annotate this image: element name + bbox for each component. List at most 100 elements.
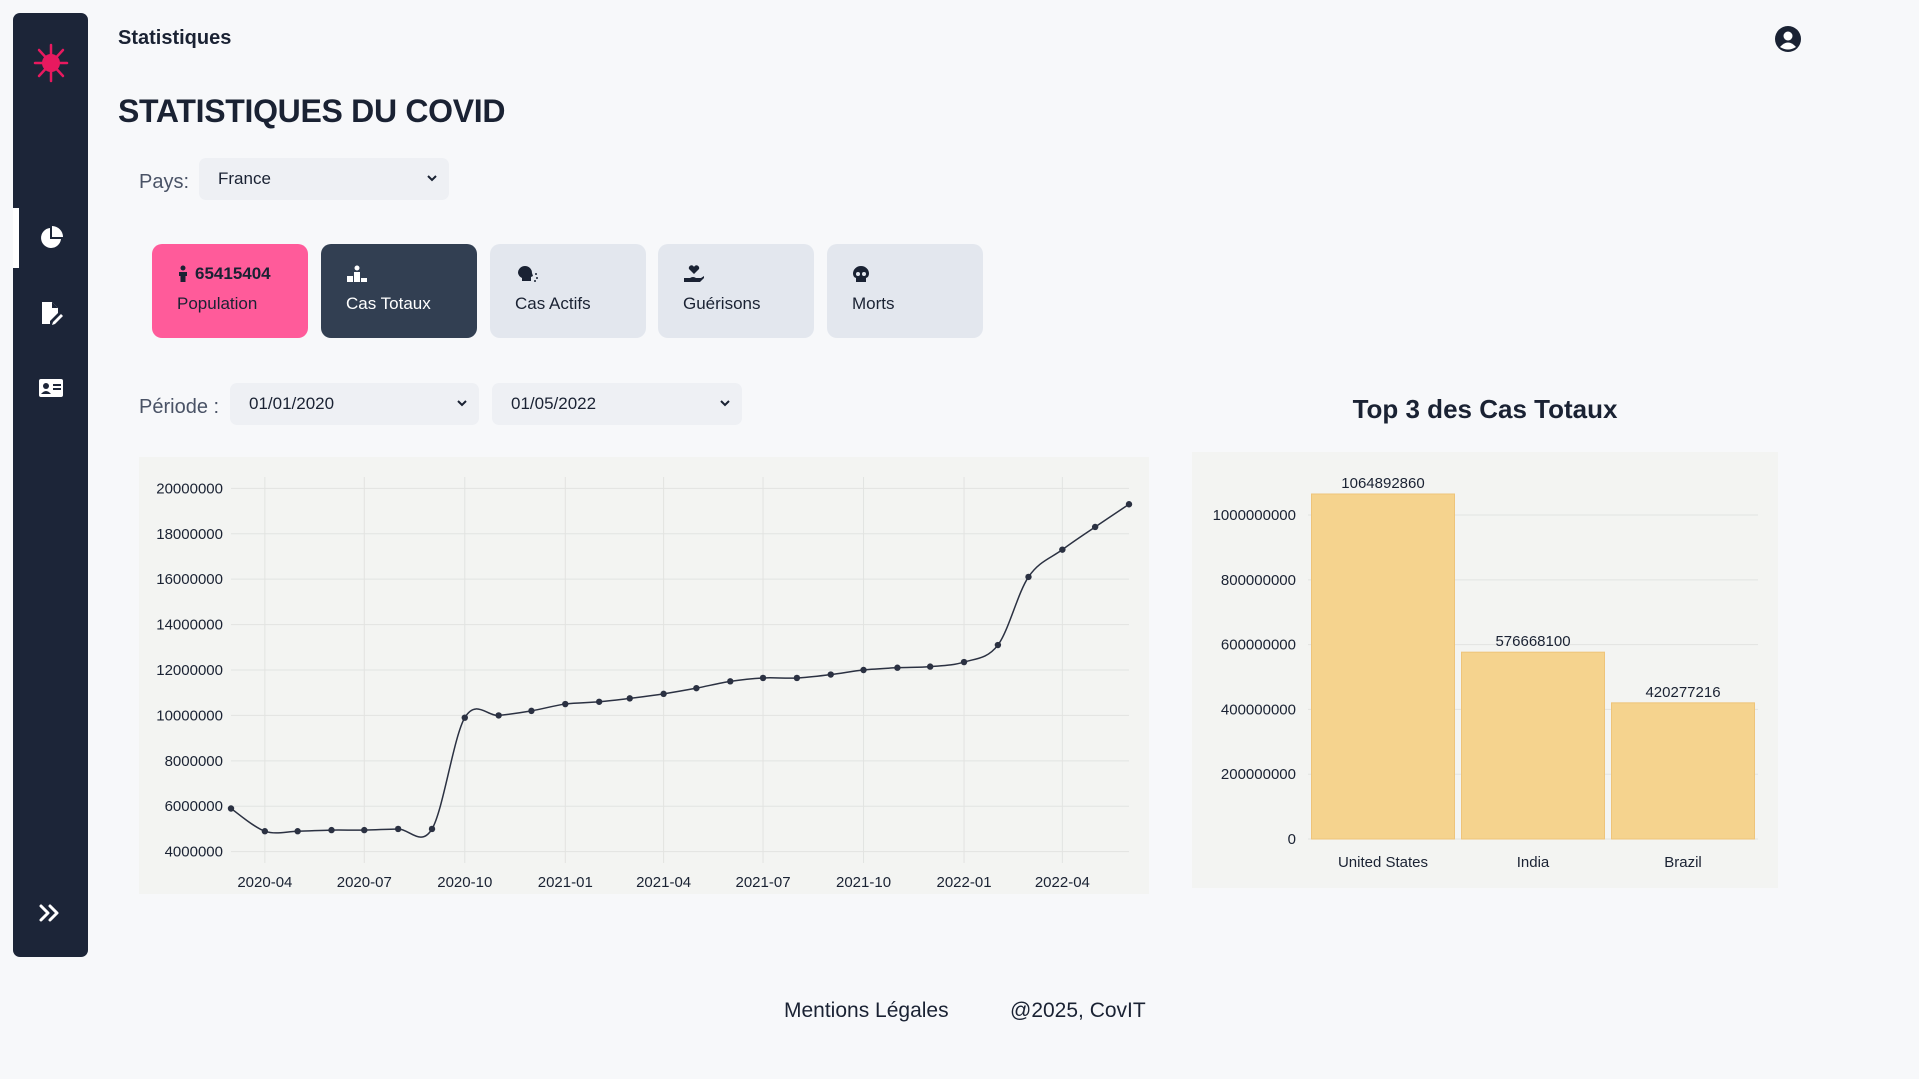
x-tick-label: United States	[1338, 854, 1428, 871]
data-point	[894, 664, 901, 671]
data-point	[827, 671, 834, 678]
y-tick-label: 16000000	[156, 571, 223, 588]
y-tick-label: 18000000	[156, 526, 223, 543]
y-tick-label: 12000000	[156, 662, 223, 679]
virus-logo	[33, 43, 69, 83]
bar-chart-title: Top 3 des Cas Totaux	[1352, 394, 1618, 424]
podium-icon	[347, 265, 367, 282]
data-point	[461, 714, 468, 721]
chart-pie-icon	[41, 226, 63, 248]
population-value: 65415404	[195, 264, 271, 283]
x-tick-label: 2022-04	[1035, 874, 1090, 891]
y-tick-label: 14000000	[156, 617, 223, 634]
data-point	[528, 707, 535, 715]
x-tick-label: 2020-07	[337, 874, 392, 891]
start-date-value: 01/01/2020	[249, 394, 335, 413]
chevron-down-icon	[427, 175, 437, 182]
skull-icon	[853, 266, 869, 282]
data-point	[1091, 523, 1099, 531]
data-point	[361, 826, 368, 834]
nav-item-contact[interactable]	[13, 358, 88, 418]
card-label: Guérisons	[683, 294, 761, 313]
data-point	[1125, 501, 1133, 508]
data-point	[227, 805, 235, 812]
id-card-icon	[39, 379, 63, 397]
y-tick-label: 4000000	[165, 844, 223, 861]
y-tick-label: 400000000	[1221, 701, 1296, 718]
data-point	[860, 666, 867, 674]
top3-bar-chart: 0 200000000 400000000 600000000 800000000 100…	[1213, 475, 1758, 871]
x-tick-label: 2022-01	[937, 874, 992, 891]
data-point	[693, 684, 700, 692]
data-point	[960, 658, 968, 666]
data-point	[562, 700, 569, 708]
bar-brazil	[1611, 702, 1755, 840]
country-select[interactable]: France	[199, 158, 449, 200]
card-recoveries[interactable]: Guérisons	[658, 244, 814, 338]
data-point	[595, 698, 603, 705]
card-label: Morts	[852, 294, 895, 313]
bar-value-label: 576668100	[1495, 633, 1570, 650]
bar-value-label: 1064892860	[1341, 475, 1424, 492]
data-point	[1059, 546, 1066, 553]
legal-notice-link[interactable]: Mentions Légales	[784, 999, 949, 1023]
x-tick-label: 2021-07	[735, 874, 790, 891]
copyright-text: @2025, CovIT	[1010, 999, 1146, 1022]
x-tick-label: 2020-10	[437, 874, 492, 891]
x-tick-label: 2020-04	[237, 874, 292, 891]
data-point	[994, 641, 1002, 649]
data-point	[793, 674, 801, 682]
bar-value-label: 420277216	[1645, 684, 1720, 701]
nav-item-documents[interactable]	[13, 283, 88, 343]
person-icon	[179, 265, 187, 282]
bar-united-states	[1311, 493, 1455, 840]
card-label: Population	[177, 294, 258, 313]
x-tick-label: India	[1517, 854, 1550, 871]
card-active-cases[interactable]: Cas Actifs	[490, 244, 646, 338]
data-point	[394, 825, 402, 833]
data-point	[926, 663, 934, 670]
y-tick-label: 10000000	[156, 707, 223, 724]
cases-line-chart: 4000000 6000000 8000000 10000000 12000000 140…	[156, 477, 1133, 891]
user-circle-icon[interactable]	[1774, 25, 1802, 53]
card-total-cases[interactable]: Cas Totaux	[321, 244, 477, 338]
nav-item-statistics[interactable]	[13, 208, 88, 268]
data-point	[759, 674, 767, 682]
end-date-value: 01/05/2022	[511, 394, 597, 413]
x-tick-label: 2021-01	[538, 874, 593, 891]
y-tick-label: 20000000	[156, 480, 223, 497]
country-label: Pays:	[139, 171, 190, 193]
double-chevron-right-icon[interactable]	[35, 898, 65, 928]
y-tick-label: 8000000	[165, 753, 223, 770]
card-deaths[interactable]: Morts	[827, 244, 983, 338]
main-heading: STATISTIQUES DU COVID	[118, 93, 506, 129]
card-population[interactable]: 65415404 Population	[152, 244, 308, 338]
x-tick-label: 2021-04	[636, 874, 691, 891]
head-cough-icon	[518, 266, 538, 282]
end-date-select[interactable]: 01/05/2022	[492, 383, 742, 425]
y-tick-label: 200000000	[1221, 766, 1296, 783]
page-title: Statistiques	[118, 27, 232, 49]
file-pen-icon	[42, 302, 63, 325]
start-date-select[interactable]: 01/01/2020	[230, 383, 479, 425]
data-point	[328, 826, 335, 834]
y-tick-label: 6000000	[165, 798, 223, 815]
country-value: France	[218, 169, 271, 188]
data-point	[495, 712, 502, 719]
hand-holding-heart-icon	[684, 265, 704, 282]
data-point	[428, 825, 436, 833]
card-label: Cas Totaux	[346, 294, 431, 313]
data-point	[1025, 573, 1032, 581]
bar-chart-panel: 0 200000000 400000000 600000000 800000000 100…	[1192, 452, 1778, 888]
bar-india	[1461, 651, 1605, 840]
chevron-down-icon	[720, 400, 730, 407]
line-chart-panel: 4000000 6000000 8000000 10000000 12000000 140…	[139, 457, 1149, 894]
data-point	[727, 678, 734, 685]
data-point	[660, 690, 667, 698]
card-label: Cas Actifs	[515, 294, 591, 313]
y-tick-label: 1000000000	[1213, 507, 1296, 524]
sidebar	[13, 13, 88, 957]
chevron-down-icon	[457, 400, 467, 407]
y-tick-label: 600000000	[1221, 637, 1296, 654]
data-point	[261, 828, 269, 835]
